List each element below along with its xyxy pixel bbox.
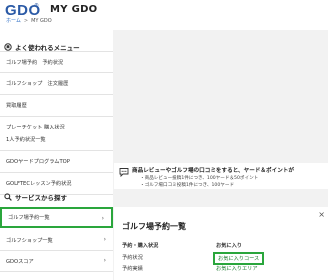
submenu-link-favorite-courses[interactable]: お気に入りコース [213, 252, 265, 265]
page-title: MY GDO [50, 4, 98, 15]
bookmark-icon [4, 43, 12, 51]
golf-reservation-submenu-panel: × ゴルフ場予約一覧 予約・購入状況 予約状況 予約実績 お気に入り お気に入り… [114, 207, 328, 280]
services-heading: サービスから探す [4, 190, 114, 204]
promo-headline: 商品レビューやゴルフ場の口コミをすると、ヤード＆ポイントが [132, 168, 294, 174]
site-header: GDO ® MY GDO ホーム > MY GDO [0, 0, 328, 30]
submenu-favorites-heading: お気に入り [216, 243, 242, 249]
promo-detail-product-review: ・商品レビュー投稿1件につき、100ヤード＆50ポイント [140, 176, 259, 181]
submenu-reservations-heading: 予約・購入状況 [122, 243, 159, 249]
service-item-label: ゴルフショップ一覧 [6, 237, 53, 244]
favorites-item-label: GOLFTECレッスン予約状況 [6, 181, 72, 187]
promo-detail-course-review: ・ゴルフ場口コミ投稿1件につき、100ヤード [140, 183, 235, 188]
service-item-gdo-score[interactable]: GDOスコア › [0, 251, 113, 272]
service-item-golf-reservation-list[interactable]: ゴルフ場予約一覧 › [0, 207, 113, 228]
favorites-item-label: ゴルフ場予約 予約状況 [6, 59, 64, 66]
close-icon[interactable]: × [318, 210, 325, 219]
speech-bubble-icon [119, 168, 129, 177]
chevron-right-icon: › [101, 215, 104, 222]
submenu-title: ゴルフ場予約一覧 [122, 222, 186, 231]
favorites-item-shop-order-history[interactable]: ゴルフショップ 注文履歴 [0, 73, 113, 95]
favorites-item-buyback-history[interactable]: 買取履歴 [0, 95, 113, 117]
breadcrumb: ホーム > MY GDO [6, 17, 52, 24]
review-promo-banner[interactable]: 商品レビューやゴルフ場の口コミをすると、ヤード＆ポイントが ・商品レビュー投稿1… [114, 163, 328, 189]
favorites-item-label: GDOヤードプログラムTOP [6, 159, 70, 165]
left-menu-column: よく使われるメニュー ゴルフ場予約 予約状況 ゴルフショップ 注文履歴 買取履歴… [0, 30, 113, 280]
favorites-item-label: ゴルフショップ 注文履歴 [6, 81, 69, 87]
favorites-item-label: 買取履歴 [6, 103, 27, 109]
breadcrumb-home-link[interactable]: ホーム [6, 18, 21, 24]
service-item-label: GDOスコア [6, 258, 34, 265]
breadcrumb-separator: > [23, 18, 29, 24]
favorites-item-yard-program[interactable]: GDOヤードプログラムTOP [0, 151, 113, 173]
favorites-item-golf-reservation-status[interactable]: ゴルフ場予約 予約状況 [0, 51, 113, 73]
chevron-right-icon: › [103, 236, 106, 243]
breadcrumb-current: MY GDO [31, 18, 52, 24]
services-heading-text: サービスから探す [15, 194, 67, 202]
submenu-link-favorite-areas[interactable]: お気に入りエリア [216, 265, 258, 272]
favorites-item-solo-reservations[interactable]: 1人予約状況一覧 [0, 129, 113, 151]
favorites-item-label: 1人予約状況一覧 [6, 137, 46, 143]
submenu-link-reservation-status[interactable]: 予約状況 [122, 254, 143, 261]
search-icon [4, 193, 12, 201]
chevron-right-icon: › [103, 257, 106, 264]
submenu-link-reservation-history[interactable]: 予約実績 [122, 265, 143, 272]
logo-registered-mark: ® [34, 3, 39, 9]
service-item-label: ゴルフ場予約一覧 [8, 215, 50, 221]
service-item-golf-shop-list[interactable]: ゴルフショップ一覧 › [0, 230, 113, 251]
